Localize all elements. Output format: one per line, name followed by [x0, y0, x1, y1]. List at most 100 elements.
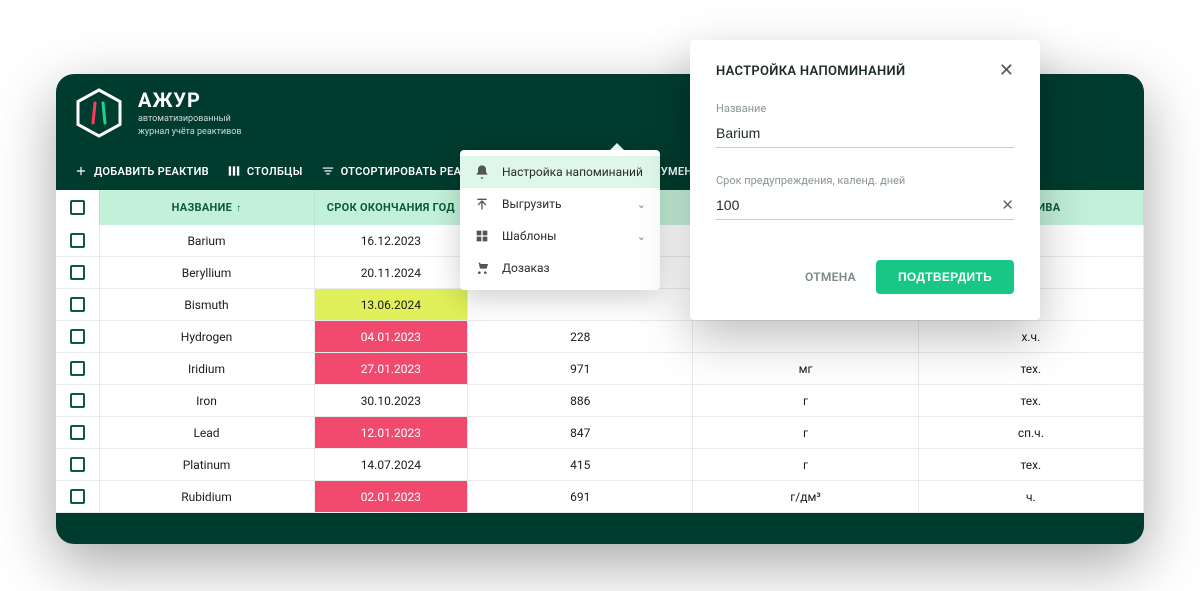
row-name-cell: Bismuth — [99, 289, 314, 321]
row-checkbox[interactable] — [70, 425, 85, 440]
reminder-settings-modal: НАСТРОЙКА НАПОМИНАНИЙ ✕ Название Срок пр… — [690, 40, 1040, 320]
name-field-label: Название — [716, 102, 1014, 115]
add-reagent-button[interactable]: ДОБАВИТЬ РЕАКТИВ — [74, 164, 209, 178]
select-all-checkbox[interactable] — [70, 200, 85, 215]
table-row: Iron30.10.2023886гтех. — [56, 385, 1144, 417]
row-date-cell: 20.11.2024 — [314, 257, 468, 289]
row-react-cell: тех. — [918, 449, 1143, 481]
row-react-cell: тех. — [918, 385, 1143, 417]
column-date-header[interactable]: СРОК ОКОНЧАНИЯ ГОД — [314, 190, 468, 225]
row-checkbox-cell — [56, 289, 99, 321]
modal-actions: ОТМЕНА ПОДТВЕРДИТЬ — [716, 260, 1014, 294]
dropdown-item-export[interactable]: Выгрузить ⌄ — [460, 188, 660, 220]
row-checkbox[interactable] — [70, 329, 85, 344]
dropdown-caret — [610, 143, 624, 150]
plus-icon — [74, 164, 88, 178]
row-checkbox-cell — [56, 481, 99, 513]
sort-asc-icon: ↑ — [236, 203, 241, 214]
name-input[interactable] — [716, 121, 1014, 148]
modal-title: НАСТРОЙКА НАПОМИНАНИЙ — [716, 64, 905, 79]
row-name-cell: Iridium — [99, 353, 314, 385]
row-checkbox[interactable] — [70, 361, 85, 376]
row-checkbox[interactable] — [70, 457, 85, 472]
row-checkbox[interactable] — [70, 393, 85, 408]
header-checkbox-cell — [56, 190, 99, 225]
row-checkbox[interactable] — [70, 297, 85, 312]
days-input[interactable] — [716, 193, 1014, 220]
row-unit-cell — [693, 321, 918, 353]
days-field: Срок предупреждения, календ. дней ✕ — [716, 174, 1014, 220]
brand-text: АЖУР автоматизированный журнал учёта реа… — [138, 88, 242, 138]
modal-header: НАСТРОЙКА НАПОМИНАНИЙ ✕ — [716, 62, 1014, 80]
bell-icon — [474, 164, 490, 180]
row-checkbox-cell — [56, 321, 99, 353]
row-date-cell: 30.10.2023 — [314, 385, 468, 417]
row-checkbox[interactable] — [70, 265, 85, 280]
dropdown-item-reorder-label: Дозаказ — [502, 261, 550, 275]
row-qty-cell: 847 — [468, 417, 693, 449]
confirm-button[interactable]: ПОДТВЕРДИТЬ — [876, 260, 1014, 294]
table-row: Hydrogen04.01.2023228 х.ч. — [56, 321, 1144, 353]
table-row: Platinum14.07.2024415гтех. — [56, 449, 1144, 481]
row-unit-cell: г/дм³ — [693, 481, 918, 513]
cancel-button[interactable]: ОТМЕНА — [805, 270, 856, 284]
row-name-cell: Barium — [99, 225, 314, 257]
columns-label: СТОЛБЦЫ — [247, 165, 303, 178]
logo-hexagon — [74, 88, 124, 138]
row-date-cell: 12.01.2023 — [314, 417, 468, 449]
columns-icon — [227, 164, 241, 178]
dropdown-item-templates-label: Шаблоны — [502, 229, 556, 243]
row-react-cell: х.ч. — [918, 321, 1143, 353]
row-checkbox-cell — [56, 353, 99, 385]
row-qty-cell: 415 — [468, 449, 693, 481]
row-date-cell: 02.01.2023 — [314, 481, 468, 513]
row-name-cell: Lead — [99, 417, 314, 449]
row-date-cell: 13.06.2024 — [314, 289, 468, 321]
upload-icon — [474, 196, 490, 212]
row-qty-cell: 691 — [468, 481, 693, 513]
row-unit-cell: г — [693, 385, 918, 417]
row-unit-cell: мг — [693, 353, 918, 385]
row-unit-cell: г — [693, 449, 918, 481]
row-react-cell: сп.ч. — [918, 417, 1143, 449]
row-checkbox-cell — [56, 257, 99, 289]
table-row: Rubidium02.01.2023691г/дм³ч. — [56, 481, 1144, 513]
row-checkbox-cell — [56, 449, 99, 481]
row-qty-cell — [468, 289, 693, 321]
table-row: Iridium27.01.2023971мгтех. — [56, 353, 1144, 385]
row-date-cell: 16.12.2023 — [314, 225, 468, 257]
modal-close-button[interactable]: ✕ — [999, 62, 1014, 80]
row-unit-cell: г — [693, 417, 918, 449]
add-reagent-label: ДОБАВИТЬ РЕАКТИВ — [94, 165, 209, 178]
row-name-cell: Iron — [99, 385, 314, 417]
row-checkbox-cell — [56, 385, 99, 417]
dropdown-item-reorder[interactable]: Дозаказ — [460, 252, 660, 284]
dropdown-item-reminders[interactable]: Настройка напоминаний — [460, 156, 660, 188]
tools-dropdown: Настройка напоминаний Выгрузить ⌄ Шаблон… — [460, 150, 660, 290]
table-row: Lead12.01.2023847гсп.ч. — [56, 417, 1144, 449]
row-name-cell: Platinum — [99, 449, 314, 481]
row-date-cell: 27.01.2023 — [314, 353, 468, 385]
chevron-down-icon: ⌄ — [637, 198, 646, 211]
columns-button[interactable]: СТОЛБЦЫ — [227, 164, 303, 178]
dropdown-item-reminders-label: Настройка напоминаний — [502, 165, 643, 179]
row-checkbox-cell — [56, 417, 99, 449]
sort-icon — [321, 164, 335, 178]
row-name-cell: Hydrogen — [99, 321, 314, 353]
days-field-label: Срок предупреждения, календ. дней — [716, 174, 1014, 187]
template-icon — [474, 228, 490, 244]
row-checkbox[interactable] — [70, 489, 85, 504]
cart-icon — [474, 260, 490, 276]
clear-days-button[interactable]: ✕ — [1001, 196, 1014, 214]
name-field: Название — [716, 102, 1014, 148]
row-date-cell: 04.01.2023 — [314, 321, 468, 353]
row-qty-cell: 971 — [468, 353, 693, 385]
brand-subtitle-2: журнал учёта реактивов — [138, 127, 242, 138]
row-qty-cell: 228 — [468, 321, 693, 353]
brand-subtitle-1: автоматизированный — [138, 114, 242, 125]
row-checkbox[interactable] — [70, 233, 85, 248]
dropdown-item-templates[interactable]: Шаблоны ⌄ — [460, 220, 660, 252]
row-date-cell: 14.07.2024 — [314, 449, 468, 481]
column-name-header[interactable]: НАЗВАНИЕ↑ — [99, 190, 314, 225]
row-qty-cell: 886 — [468, 385, 693, 417]
